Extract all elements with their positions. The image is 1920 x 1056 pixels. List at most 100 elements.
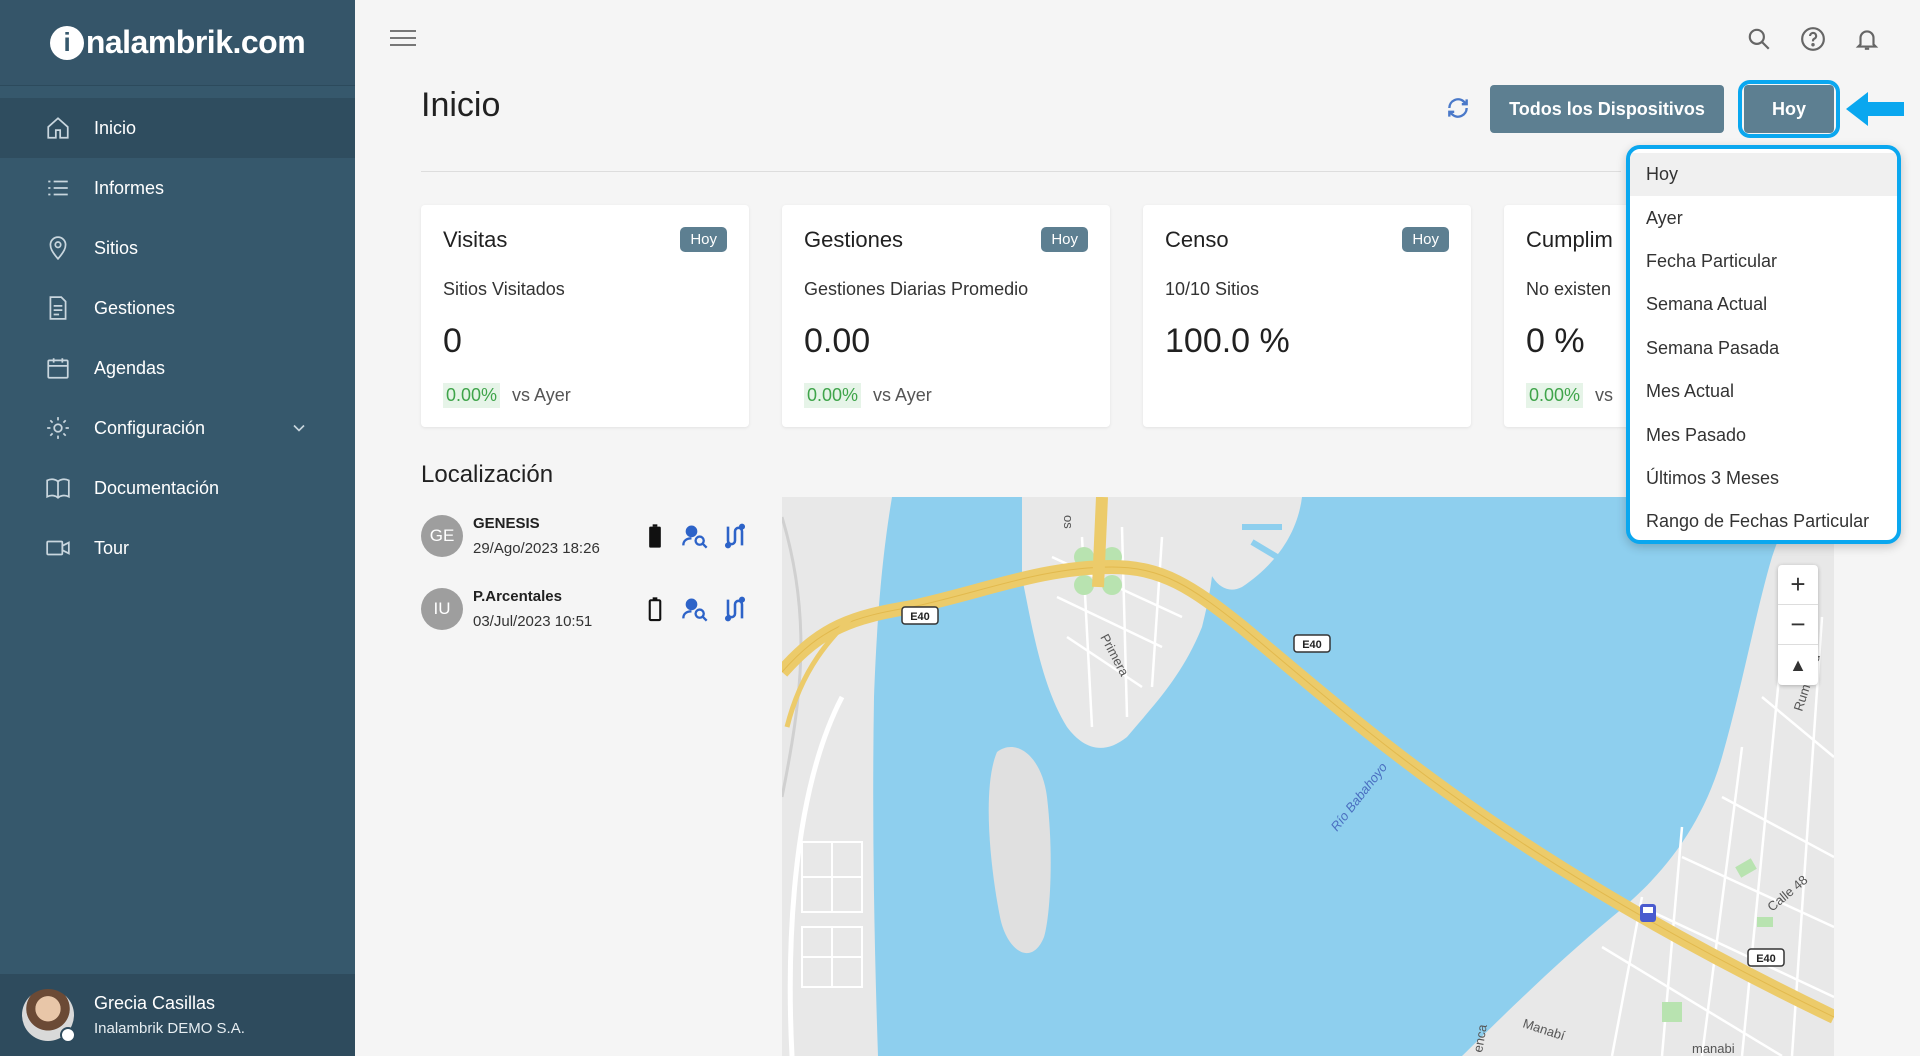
device-avatar: GE (421, 515, 463, 557)
dropdown-option-semana-actual[interactable]: Semana Actual (1630, 283, 1897, 326)
device-time: 29/Ago/2023 18:26 (473, 540, 600, 557)
compass-button[interactable]: ▲ (1778, 645, 1818, 685)
top-icons (1746, 26, 1880, 57)
sidebar-item-sitios[interactable]: Sitios (0, 218, 355, 278)
card-percent: 0.00% (443, 383, 501, 408)
device-row[interactable]: IU P.Arcentales 03/Jul/2023 10:51 (421, 581, 761, 637)
brand-name: nalambrik.com (85, 24, 306, 60)
brand-logo[interactable]: i nalambrik.com (0, 0, 355, 86)
card-subtitle: Gestiones Diarias Promedio (804, 279, 1029, 299)
card-visitas: Visitas Hoy Sitios Visitados 0 0.00% vs A… (421, 205, 749, 427)
map[interactable]: E40 E40 E40 Primera Calle 48 Manabí mana… (782, 497, 1834, 1056)
sidebar-item-label: Gestiones (94, 297, 176, 318)
card-badge: Hoy (1041, 227, 1088, 252)
dropdown-option-mes-actual[interactable]: Mes Actual (1630, 370, 1897, 413)
period-dropdown: Hoy Ayer Fecha Particular Semana Actual … (1626, 145, 1901, 544)
sidebar-item-label: Tour (94, 537, 130, 558)
card-cumplimiento: Cumplim No existen 0 % 0.00% vs (1504, 205, 1634, 427)
bell-icon[interactable] (1854, 26, 1880, 57)
route-icon[interactable] (721, 522, 749, 555)
all-devices-button[interactable]: Todos los Dispositivos (1490, 85, 1724, 133)
card-badge: Hoy (1402, 227, 1449, 252)
user-name: Grecia Casillas (94, 993, 216, 1013)
card-compare: vs Ayer (512, 385, 571, 405)
dropdown-option-semana-pasada[interactable]: Semana Pasada (1630, 327, 1897, 370)
card-value: 0 % (1526, 322, 1585, 360)
status-dot (60, 1027, 76, 1043)
user-org: Inalambrik DEMO S.A. (94, 1020, 245, 1037)
device-name: GENESIS (473, 515, 540, 532)
sidebar: i nalambrik.com Inicio Informes Sitios Ge… (0, 0, 355, 1056)
map-label-e40: E40 (1756, 953, 1776, 965)
home-icon (44, 114, 72, 142)
card-subtitle: Sitios Visitados (443, 279, 565, 299)
dropdown-option-fecha-particular[interactable]: Fecha Particular (1630, 240, 1897, 283)
gear-icon (44, 414, 72, 442)
list-icon (44, 174, 72, 202)
zoom-in-button[interactable]: + (1778, 565, 1818, 605)
card-percent: 0.00% (804, 383, 862, 408)
card-subtitle: No existen (1526, 279, 1612, 299)
help-icon[interactable] (1800, 26, 1826, 57)
video-camera-icon (44, 534, 72, 562)
sidebar-item-label: Informes (94, 177, 165, 198)
card-compare: vs (1595, 385, 1614, 405)
dropdown-option-rango-fechas[interactable]: Rango de Fechas Particular (1630, 500, 1897, 540)
card-compare: vs Ayer (873, 385, 932, 405)
device-row[interactable]: GE GENESIS 29/Ago/2023 18:26 (421, 508, 761, 564)
user-search-icon[interactable] (681, 595, 709, 628)
book-icon (44, 474, 72, 502)
battery-empty-icon (641, 595, 669, 628)
user-profile[interactable]: Grecia Casillas Inalambrik DEMO S.A. (0, 974, 355, 1056)
sidebar-item-inicio[interactable]: Inicio (0, 98, 355, 158)
map-label-e40: E40 (910, 611, 930, 623)
user-search-icon[interactable] (681, 522, 709, 555)
document-icon (44, 294, 72, 322)
card-badge: Hoy (680, 227, 727, 252)
sidebar-item-label: Configuración (94, 417, 206, 438)
card-value: 0.00 (804, 322, 871, 360)
sidebar-item-documentacion[interactable]: Documentación (0, 458, 355, 518)
dropdown-option-mes-pasado[interactable]: Mes Pasado (1630, 413, 1897, 456)
brand-mark: i (49, 25, 84, 60)
map-label-manabi2: manabi (1692, 1041, 1735, 1056)
sidebar-item-label: Agendas (94, 357, 166, 378)
route-icon[interactable] (721, 595, 749, 628)
card-censo: Censo Hoy 10/10 Sitios 100.0 % (1143, 205, 1471, 427)
map-label-river: Río Babahoyo (1328, 760, 1391, 834)
sidebar-item-configuracion[interactable]: Configuración (0, 398, 355, 458)
card-subtitle: 10/10 Sitios (1165, 279, 1260, 299)
location-pin-icon (44, 234, 72, 262)
sidebar-item-agendas[interactable]: Agendas (0, 338, 355, 398)
map-canvas: E40 E40 E40 Primera Calle 48 Manabí mana… (782, 497, 1834, 1056)
dropdown-option-ayer[interactable]: Ayer (1630, 196, 1897, 239)
card-value: 0 (443, 322, 462, 360)
avatar (22, 989, 76, 1043)
sidebar-item-label: Documentación (94, 477, 220, 498)
device-time: 03/Jul/2023 10:51 (473, 613, 593, 630)
sidebar-item-informes[interactable]: Informes (0, 158, 355, 218)
search-icon[interactable] (1746, 26, 1772, 57)
sidebar-item-gestiones[interactable]: Gestiones (0, 278, 355, 338)
divider (421, 171, 1621, 172)
sidebar-item-label: Sitios (94, 237, 139, 258)
chevron-down-icon[interactable] (289, 418, 309, 443)
map-zoom-controls: + − ▲ (1778, 565, 1818, 685)
calendar-icon (44, 354, 72, 382)
arrow-left-icon (1846, 92, 1904, 131)
map-label-os: os (1061, 515, 1076, 529)
page-title: Inicio (421, 86, 501, 124)
section-title: Localización (421, 461, 554, 488)
card-value: 100.0 % (1165, 322, 1290, 360)
zoom-out-button[interactable]: − (1778, 605, 1818, 645)
period-button-highlight (1738, 80, 1840, 138)
dropdown-option-hoy[interactable]: Hoy (1630, 153, 1897, 197)
card-title: Cumplim (1526, 227, 1613, 252)
dropdown-option-ultimos-3-meses[interactable]: Últimos 3 Meses (1630, 457, 1897, 500)
menu-icon[interactable] (390, 30, 416, 50)
battery-full-icon (641, 522, 669, 555)
sidebar-nav: Inicio Informes Sitios Gestiones Agendas… (0, 98, 355, 578)
card-percent: 0.00% (1526, 383, 1584, 408)
refresh-icon[interactable] (1445, 95, 1471, 126)
sidebar-item-tour[interactable]: Tour (0, 518, 355, 578)
